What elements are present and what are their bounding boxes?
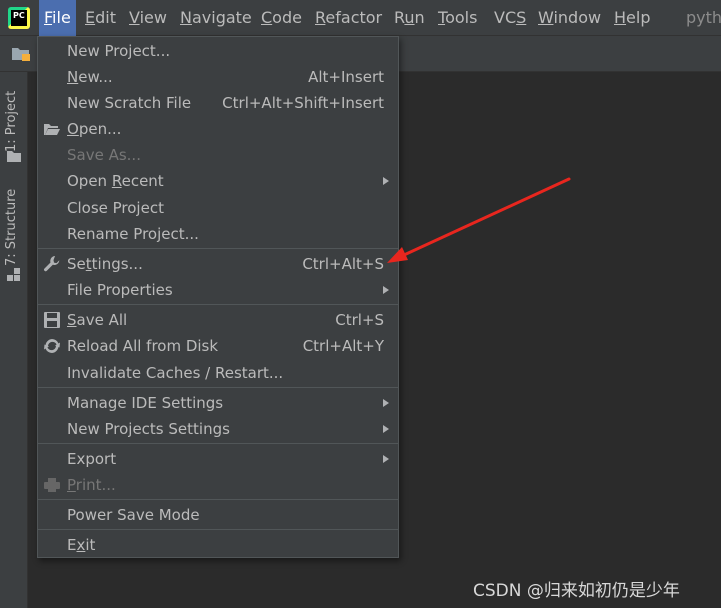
watermark: CSDN @归来如初仍是少年 bbox=[473, 581, 680, 601]
annotation-arrow-icon bbox=[387, 177, 571, 263]
